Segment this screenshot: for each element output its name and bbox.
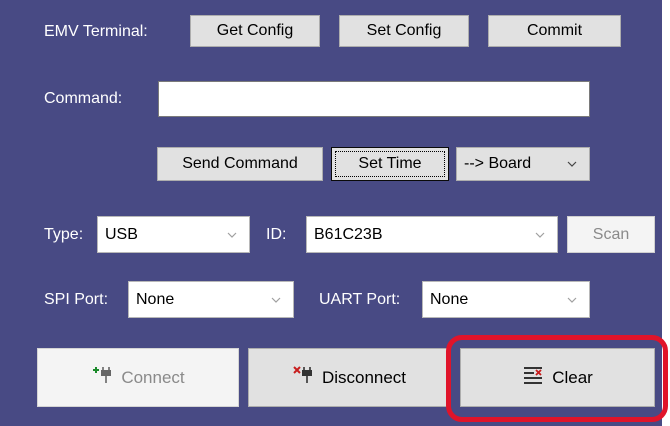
send-command-button[interactable]: Send Command xyxy=(157,147,323,181)
type-dropdown-value: USB xyxy=(105,225,138,243)
connect-button[interactable]: Connect xyxy=(37,348,239,407)
command-label: Command: xyxy=(44,90,123,107)
type-dropdown[interactable]: USB xyxy=(97,216,250,253)
target-dropdown-value: --> Board xyxy=(464,155,532,172)
chevron-down-icon xyxy=(565,293,579,307)
uart-port-dropdown[interactable]: None xyxy=(422,281,590,318)
disconnect-button[interactable]: Disconnect xyxy=(248,348,450,407)
chevron-down-icon xyxy=(533,228,547,242)
set-time-button[interactable]: Set Time xyxy=(331,147,449,181)
scan-button[interactable]: Scan xyxy=(567,216,655,253)
command-input[interactable] xyxy=(158,81,590,117)
id-dropdown-value: B61C23B xyxy=(314,225,383,243)
id-dropdown[interactable]: B61C23B xyxy=(306,216,558,253)
spi-port-label: SPI Port: xyxy=(44,291,109,308)
plug-remove-icon xyxy=(292,365,314,390)
connect-label: Connect xyxy=(121,367,185,387)
disconnect-label: Disconnect xyxy=(321,367,407,387)
chevron-down-icon xyxy=(565,157,579,171)
spi-port-dropdown[interactable]: None xyxy=(128,281,294,318)
chevron-down-icon xyxy=(225,228,239,242)
set-config-button[interactable]: Set Config xyxy=(339,15,469,47)
spi-port-value: None xyxy=(136,290,175,308)
clear-highlight-annotation xyxy=(446,335,668,422)
commit-button[interactable]: Commit xyxy=(488,15,621,47)
uart-port-value: None xyxy=(430,290,469,308)
id-label: ID: xyxy=(266,226,287,243)
uart-port-label: UART Port: xyxy=(319,291,401,308)
focus-indicator xyxy=(335,151,445,177)
plug-add-icon xyxy=(91,365,113,390)
chevron-down-icon xyxy=(269,293,283,307)
type-label: Type: xyxy=(44,226,84,243)
target-dropdown[interactable]: --> Board xyxy=(456,147,590,181)
emv-terminal-label: EMV Terminal: xyxy=(44,23,148,40)
get-config-button[interactable]: Get Config xyxy=(190,15,320,47)
